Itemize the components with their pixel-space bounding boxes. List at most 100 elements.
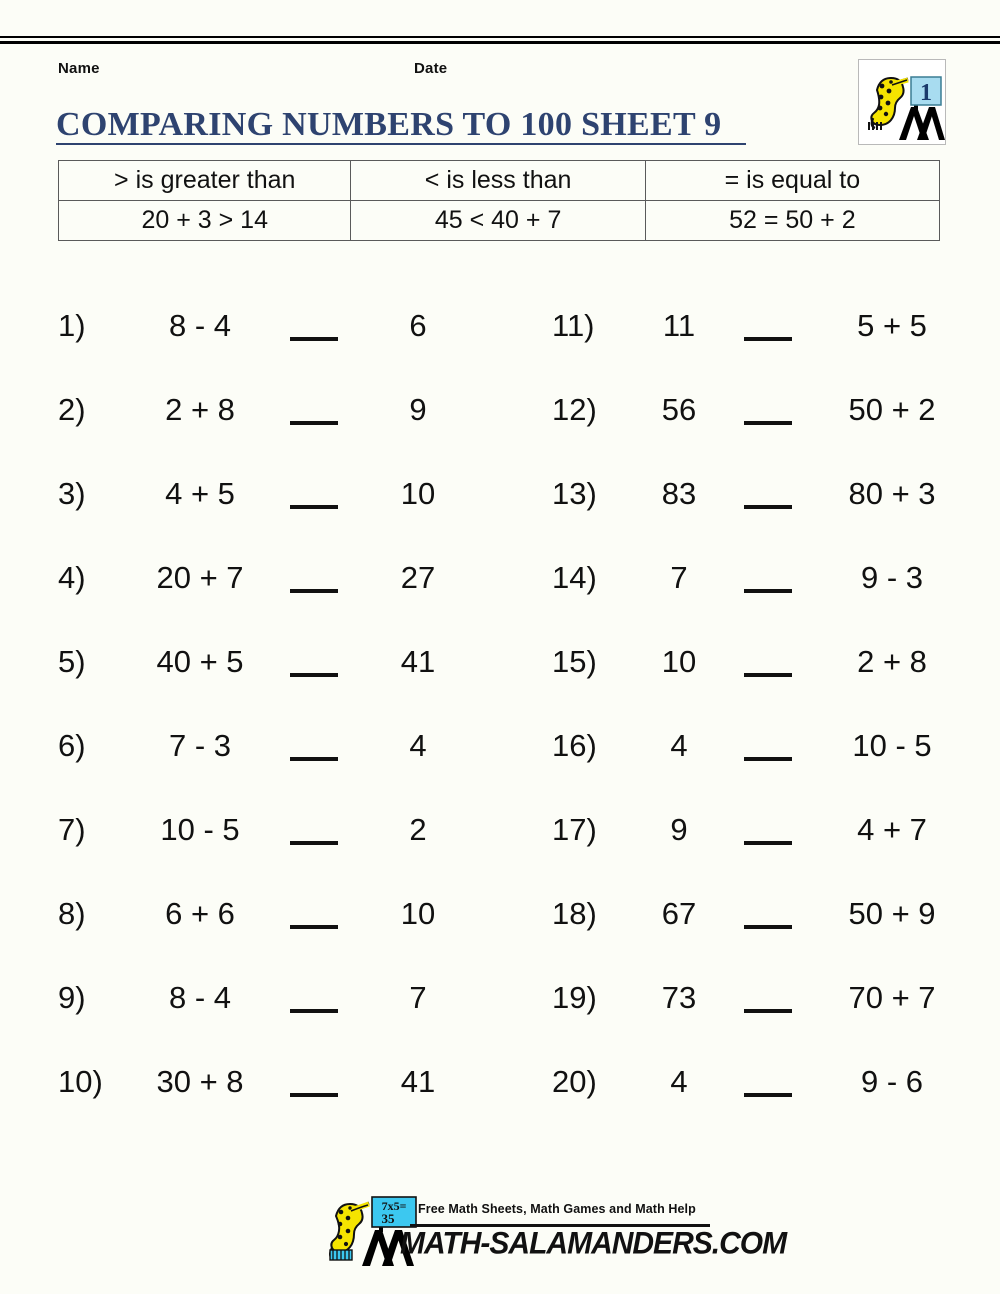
answer-blank[interactable] [744, 505, 792, 509]
problem-left-expression: 7 [670, 560, 688, 595]
problem-right-expression: 80 + 3 [848, 476, 936, 511]
problem-row: 13) 83 80 + 3 [552, 468, 982, 552]
problem-left-expression: 10 - 5 [160, 812, 240, 847]
answer-blank[interactable] [290, 1093, 338, 1097]
problem-row: 19) 73 70 + 7 [552, 972, 982, 1056]
answer-blank[interactable] [744, 841, 792, 845]
problem-right-expression: 9 - 6 [860, 1064, 924, 1099]
problem-right-expression: 10 [400, 476, 436, 511]
problem-row: 2) 2 + 8 9 [58, 384, 488, 468]
problem-row: 9) 8 - 4 7 [58, 972, 488, 1056]
worksheet-page: { "header": { "name_label": "Name", "dat… [0, 0, 1000, 1294]
problem-number: 3) [58, 476, 86, 511]
answer-blank[interactable] [744, 337, 792, 341]
problem-left-expression: 8 - 4 [168, 308, 232, 343]
answer-blank[interactable] [290, 757, 338, 761]
answer-blank[interactable] [744, 421, 792, 425]
answer-blank[interactable] [290, 1009, 338, 1013]
header-equal-to: = is equal to [644, 160, 941, 201]
page-top-rule-inner [0, 41, 1000, 44]
problem-row: 12) 56 50 + 2 [552, 384, 982, 468]
page-title: COMPARING NUMBERS TO 100 SHEET 9 [56, 106, 722, 143]
salamander-grade-icon: 1 [868, 76, 945, 140]
problem-left-expression: 10 [661, 644, 697, 679]
problem-left-expression: 9 [670, 812, 688, 847]
answer-blank[interactable] [744, 757, 792, 761]
table-row-headers: > is greater than < is less than = is eq… [57, 160, 941, 201]
problem-row: 6) 7 - 3 4 [58, 720, 488, 804]
answer-blank[interactable] [290, 841, 338, 845]
problem-row: 1) 8 - 4 6 [58, 300, 488, 384]
date-label: Date [414, 60, 448, 77]
problem-number: 10) [58, 1064, 103, 1099]
problem-row: 11) 11 5 + 5 [552, 300, 982, 384]
problem-row: 16) 4 10 - 5 [552, 720, 982, 804]
answer-blank[interactable] [744, 673, 792, 677]
problem-right-expression: 4 + 7 [857, 812, 927, 847]
problem-number: 19) [552, 980, 597, 1015]
comparison-reference-table: > is greater than < is less than = is eq… [57, 160, 941, 241]
problem-number: 13) [552, 476, 597, 511]
problem-number: 5) [58, 644, 86, 679]
problem-left-expression: 20 + 7 [156, 560, 244, 595]
problem-right-expression: 70 + 7 [848, 980, 936, 1015]
problem-right-expression: 9 [409, 392, 427, 427]
problem-number: 8) [58, 896, 86, 931]
answer-blank[interactable] [744, 1009, 792, 1013]
answer-blank[interactable] [290, 673, 338, 677]
problem-left-expression: 73 [661, 980, 697, 1015]
footer-board-line2: 35 [382, 1211, 396, 1226]
problem-right-expression: 10 - 5 [852, 728, 932, 763]
problem-left-expression: 4 [670, 1064, 688, 1099]
answer-blank[interactable] [290, 337, 338, 341]
answer-blank[interactable] [744, 925, 792, 929]
problem-left-expression: 56 [661, 392, 697, 427]
problem-number: 7) [58, 812, 86, 847]
problem-number: 1) [58, 308, 86, 343]
problem-left-expression: 30 + 8 [156, 1064, 244, 1099]
problem-right-expression: 2 + 8 [857, 644, 927, 679]
problem-right-expression: 50 + 2 [848, 392, 936, 427]
answer-blank[interactable] [290, 421, 338, 425]
problem-left-expression: 11 [662, 308, 696, 343]
problem-number: 9) [58, 980, 86, 1015]
problem-right-expression: 7 [409, 980, 427, 1015]
footer: 7x5= 35 Free Math Sheets, Math Games and… [322, 1194, 787, 1270]
name-label: Name [58, 60, 100, 77]
problem-left-expression: 4 [670, 728, 688, 763]
page-top-rule-outer [0, 36, 1000, 38]
answer-blank[interactable] [744, 1093, 792, 1097]
problem-right-expression: 10 [400, 896, 436, 931]
problem-left-expression: 7 - 3 [168, 728, 232, 763]
problem-left-expression: 8 - 4 [168, 980, 232, 1015]
problem-number: 17) [552, 812, 597, 847]
problem-right-expression: 5 + 5 [857, 308, 927, 343]
problem-number: 20) [552, 1064, 597, 1099]
problem-number: 15) [552, 644, 597, 679]
problem-row: 5) 40 + 5 41 [58, 636, 488, 720]
problem-row: 18) 67 50 + 9 [552, 888, 982, 972]
header-greater-than: > is greater than [57, 160, 352, 201]
example-greater-than: 20 + 3 > 14 [57, 200, 352, 241]
problem-number: 12) [552, 392, 597, 427]
answer-blank[interactable] [290, 505, 338, 509]
problem-number: 11) [552, 308, 595, 343]
problem-right-expression: 41 [400, 1064, 436, 1099]
problem-number: 16) [552, 728, 597, 763]
problem-left-expression: 40 + 5 [156, 644, 244, 679]
problem-right-expression: 9 - 3 [860, 560, 924, 595]
problem-number: 4) [58, 560, 86, 595]
problem-row: 17) 9 4 + 7 [552, 804, 982, 888]
example-less-than: 45 < 40 + 7 [350, 200, 646, 241]
answer-blank[interactable] [290, 925, 338, 929]
grade-number: 1 [920, 80, 932, 106]
problem-row: 14) 7 9 - 3 [552, 552, 982, 636]
problem-left-expression: 4 + 5 [165, 476, 235, 511]
problem-number: 18) [552, 896, 597, 931]
example-equal-to: 52 = 50 + 2 [644, 200, 941, 241]
answer-blank[interactable] [290, 589, 338, 593]
problem-left-expression: 2 + 8 [165, 392, 235, 427]
problem-left-expression: 83 [661, 476, 697, 511]
answer-blank[interactable] [744, 589, 792, 593]
grade-logo: 1 [858, 59, 946, 145]
